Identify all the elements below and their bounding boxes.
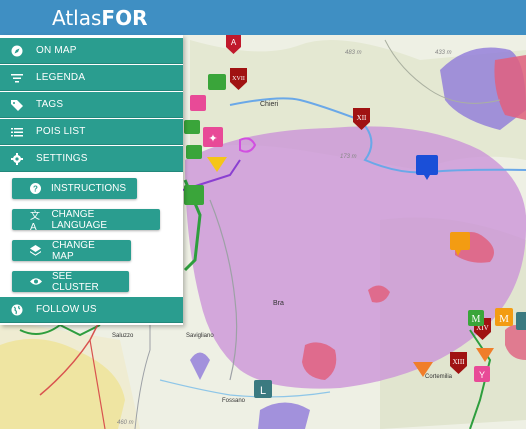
menu-item-settings[interactable]: SETTINGS [0, 146, 183, 172]
svg-text:M: M [472, 314, 481, 325]
menu-label: TAGS [36, 99, 64, 110]
instructions-button[interactable]: ? INSTRUCTIONS [12, 178, 137, 199]
menu-item-on-map[interactable]: ON MAP [0, 38, 183, 64]
menu-label: POIS LIST [36, 126, 86, 137]
town-label-saluzzo: Saluzzo [112, 333, 134, 339]
menu-item-follow-us[interactable]: FOLLOW US [0, 297, 183, 323]
svg-text:Y: Y [479, 370, 485, 380]
eye-icon [30, 277, 42, 286]
town-label-bra: Bra [273, 300, 284, 307]
side-menu-panel: ON MAP LEGENDA TAGS POIS LIST SETTINGS ?… [0, 35, 183, 325]
button-label: INSTRUCTIONS [51, 183, 126, 194]
poi-marker[interactable]: ✦ [203, 127, 223, 147]
elevation-label: 433 m [435, 50, 452, 56]
svg-text:XIII: XIII [452, 358, 465, 366]
filter-icon [10, 71, 24, 85]
poi-marker[interactable] [190, 95, 206, 111]
menu-label: SETTINGS [36, 153, 88, 164]
globe-icon [10, 303, 24, 317]
poi-marker[interactable]: L [254, 380, 272, 398]
see-cluster-button[interactable]: SEE CLUSTER [12, 270, 129, 293]
layers-icon [30, 245, 42, 256]
svg-text:XII: XII [357, 114, 367, 122]
town-label-fossano: Fossano [222, 398, 246, 404]
town-label-cortemilia: Cortemilia [425, 374, 453, 380]
app-logo[interactable]: AtlasFOR [52, 6, 147, 30]
svg-text:M: M [499, 313, 509, 325]
translate-icon: 文A [30, 210, 40, 233]
svg-text:A: A [231, 38, 237, 47]
compass-icon [10, 44, 24, 58]
poi-marker[interactable]: M [495, 308, 513, 326]
svg-text:XVII: XVII [232, 76, 245, 82]
poi-marker[interactable] [184, 185, 204, 205]
poi-marker[interactable]: M [468, 310, 484, 326]
gear-icon [10, 152, 24, 166]
tag-icon [10, 98, 24, 112]
button-label: CHANGE MAP [51, 239, 95, 262]
svg-text:✦: ✦ [208, 133, 217, 145]
poi-marker[interactable]: Y [474, 366, 490, 382]
poi-marker[interactable] [516, 312, 526, 330]
elevation-label: 173 m [340, 154, 357, 160]
menu-label: FOLLOW US [36, 304, 97, 315]
elevation-label: 483 m [345, 50, 362, 56]
svg-text:?: ? [33, 185, 38, 194]
town-label-savigliano: Savigliano [186, 333, 214, 339]
menu-label: LEGENDA [36, 72, 86, 83]
button-label: SEE CLUSTER [52, 270, 99, 293]
list-icon [10, 125, 24, 139]
change-map-button[interactable]: CHANGE MAP [12, 239, 131, 262]
button-label: CHANGE LANGUAGE [51, 208, 108, 231]
poi-marker[interactable] [186, 145, 202, 159]
menu-item-pois-list[interactable]: POIS LIST [0, 119, 183, 145]
change-language-button[interactable]: 文A CHANGE LANGUAGE [12, 208, 160, 233]
menu-label: ON MAP [36, 45, 77, 56]
poi-marker[interactable] [208, 74, 226, 90]
help-icon: ? [30, 183, 41, 194]
top-bar: AtlasFOR [0, 0, 526, 35]
town-label-chieri: Chieri [260, 101, 279, 108]
poi-marker[interactable] [184, 120, 200, 134]
menu-item-tags[interactable]: TAGS [0, 92, 183, 118]
svg-text:L: L [260, 385, 266, 397]
menu-item-legenda[interactable]: LEGENDA [0, 65, 183, 91]
elevation-label: 460 m [117, 420, 134, 426]
